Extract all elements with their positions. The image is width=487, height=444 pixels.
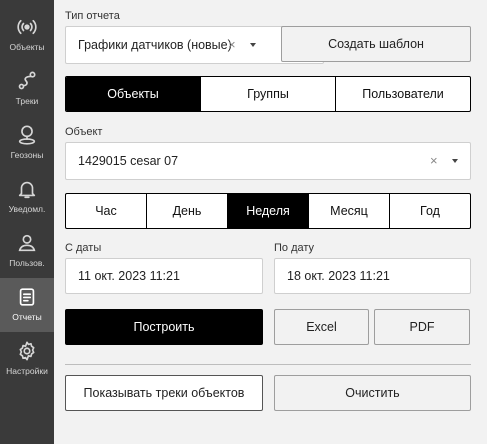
- sidebar-item-geozones[interactable]: Геозоны: [0, 116, 54, 170]
- sidebar-item-label: Отчеты: [12, 312, 42, 322]
- tab-week[interactable]: Неделя: [227, 194, 308, 228]
- clear-button[interactable]: Очистить: [274, 375, 471, 411]
- report-icon: [19, 288, 35, 306]
- show-tracks-button[interactable]: Показывать треки объектов: [65, 375, 263, 411]
- sidebar: Объекты Треки Геозоны Уведомл. Пользов.: [0, 0, 54, 444]
- tab-year[interactable]: Год: [389, 194, 470, 228]
- date-to-input[interactable]: 18 окт. 2023 11:21: [274, 258, 471, 294]
- excel-button[interactable]: Excel: [274, 309, 369, 345]
- pdf-button[interactable]: PDF: [374, 309, 470, 345]
- sidebar-item-objects[interactable]: Объекты: [0, 8, 54, 62]
- sidebar-item-label: Настройки: [6, 366, 48, 376]
- date-from-label: С даты: [65, 242, 102, 254]
- object-label: Объект: [65, 126, 103, 138]
- sidebar-item-notifications[interactable]: Уведомл.: [0, 170, 54, 224]
- tab-objects[interactable]: Объекты: [66, 77, 200, 111]
- divider: [65, 364, 471, 365]
- gear-icon: [19, 341, 35, 361]
- sidebar-item-tracks[interactable]: Треки: [0, 62, 54, 116]
- object-select[interactable]: 1429015 cesar 07 ×: [65, 142, 471, 180]
- sidebar-item-users[interactable]: Пользов.: [0, 224, 54, 278]
- date-from-value: 11 окт. 2023 11:21: [78, 269, 180, 283]
- object-value: 1429015 cesar 07: [78, 154, 179, 168]
- date-to-value: 18 окт. 2023 11:21: [287, 269, 390, 283]
- route-icon: [18, 71, 36, 90]
- report-panel: Тип отчета Графики датчиков (новые) × Со…: [54, 0, 487, 444]
- create-template-button[interactable]: Создать шаблон: [281, 26, 471, 62]
- tab-day[interactable]: День: [146, 194, 227, 228]
- chevron-down-icon[interactable]: [250, 43, 256, 47]
- sidebar-item-label: Пользов.: [9, 258, 45, 268]
- location-pin-icon: [18, 125, 36, 145]
- sidebar-item-label: Треки: [15, 96, 39, 106]
- report-type-value: Графики датчиков (новые): [78, 38, 232, 52]
- tab-hour[interactable]: Час: [66, 194, 146, 228]
- period-tabs: Час День Неделя Месяц Год: [65, 193, 471, 229]
- sidebar-item-label: Объекты: [9, 42, 45, 52]
- entity-tabs: Объекты Группы Пользователи: [65, 76, 471, 112]
- sidebar-item-label: Уведомл.: [8, 204, 46, 214]
- tab-users[interactable]: Пользователи: [335, 77, 470, 111]
- sidebar-item-settings[interactable]: Настройки: [0, 332, 54, 386]
- sidebar-item-reports[interactable]: Отчеты: [0, 278, 54, 332]
- broadcast-icon: [17, 19, 37, 35]
- build-button[interactable]: Построить: [65, 309, 263, 345]
- tab-groups[interactable]: Группы: [200, 77, 335, 111]
- date-from-input[interactable]: 11 окт. 2023 11:21: [65, 258, 263, 294]
- bell-icon: [18, 181, 36, 199]
- report-type-label: Тип отчета: [65, 10, 120, 22]
- object-clear-icon[interactable]: ×: [430, 153, 438, 168]
- date-to-label: По дату: [274, 242, 315, 254]
- tab-month[interactable]: Месяц: [308, 194, 389, 228]
- report-type-clear-icon[interactable]: ×: [228, 37, 236, 52]
- sidebar-item-label: Геозоны: [10, 150, 44, 160]
- user-icon: [18, 234, 36, 252]
- chevron-down-icon[interactable]: [452, 159, 458, 163]
